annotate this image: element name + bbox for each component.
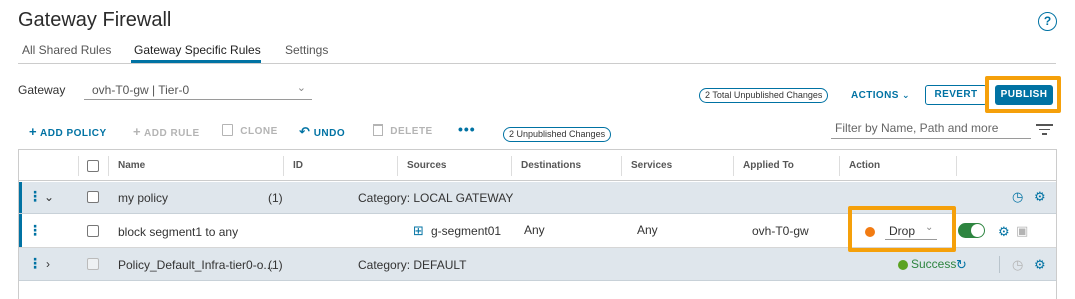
filter-field[interactable]: [831, 119, 1031, 139]
column-header-applied-to[interactable]: Applied To: [743, 160, 794, 171]
rule-enabled-toggle[interactable]: [958, 223, 985, 238]
add-policy-label: ADD POLICY: [40, 128, 107, 139]
row-selected-indicator: [19, 182, 22, 213]
clock-icon[interactable]: ◷: [1012, 189, 1023, 205]
chevron-right-icon[interactable]: ›: [46, 257, 50, 271]
undo-icon: ↶: [299, 124, 311, 139]
more-options-icon[interactable]: •••: [458, 121, 476, 137]
page-title: Gateway Firewall: [18, 9, 172, 31]
rule-name[interactable]: block segment1 to any: [118, 225, 238, 239]
gateway-select[interactable]: ovh-T0-gw | Tier-0 ⌄: [84, 80, 312, 100]
clock-icon: ◷: [1012, 257, 1024, 272]
chevron-down-icon: ⌄: [296, 82, 306, 94]
rule-destination[interactable]: Any: [524, 223, 545, 237]
undo-label: UNDO: [313, 128, 346, 139]
policy-name[interactable]: my policy: [118, 191, 168, 205]
filter-input[interactable]: [831, 119, 1031, 137]
default-policy-category: Category: DEFAULT: [358, 258, 467, 272]
grid-header: Name ID Sources Destinations Services Ap…: [19, 150, 1056, 181]
revert-button[interactable]: REVERT: [925, 85, 987, 105]
rule-applied-to[interactable]: ovh-T0-gw: [752, 224, 809, 238]
plus-icon: +: [29, 124, 38, 139]
tab-all-shared-rules[interactable]: All Shared Rules: [22, 43, 111, 57]
gear-icon[interactable]: ⚙: [998, 224, 1010, 240]
tab-settings[interactable]: Settings: [285, 43, 328, 57]
action-highlight-box: [848, 206, 956, 252]
tab-gateway-specific-rules[interactable]: Gateway Specific Rules: [134, 43, 261, 57]
graph-icon[interactable]: ▣: [1016, 223, 1028, 239]
row-menu-icon[interactable]: ⋮: [28, 222, 42, 239]
add-rule-button[interactable]: + ADD RULE: [133, 124, 200, 139]
rule-row-checkbox[interactable]: [87, 225, 99, 237]
actions-menu-button[interactable]: ACTIONS ⌄: [851, 90, 910, 101]
policy-rule-count: (1): [268, 191, 283, 205]
policy-row-checkbox[interactable]: [87, 191, 99, 203]
plus-icon: +: [133, 124, 142, 139]
row-selected-indicator: [19, 214, 22, 247]
row-menu-icon[interactable]: ⋮: [28, 188, 42, 205]
gateway-select-value: ovh-T0-gw | Tier-0: [92, 83, 190, 97]
column-header-name[interactable]: Name: [118, 160, 145, 171]
default-policy-name[interactable]: Policy_Default_Infra-tier0-o...: [118, 258, 273, 272]
column-header-id[interactable]: ID: [293, 160, 303, 171]
delete-label: DELETE: [390, 126, 433, 137]
clone-label: CLONE: [240, 126, 278, 137]
policy-category: Category: LOCAL GATEWAY: [358, 191, 514, 205]
column-header-sources[interactable]: Sources: [407, 160, 446, 171]
delete-button[interactable]: DELETE: [373, 124, 433, 137]
segment-icon: ⊞: [413, 223, 424, 238]
chevron-down-icon: ⌄: [902, 90, 910, 100]
help-icon[interactable]: ?: [1038, 12, 1057, 31]
trash-icon: [373, 124, 383, 136]
publish-button[interactable]: PUBLISH: [995, 85, 1053, 105]
tabs-divider: [18, 63, 1056, 64]
default-policy-status: Success: [911, 257, 957, 271]
default-policy-checkbox: [87, 258, 99, 270]
undo-button[interactable]: ↶ UNDO: [299, 124, 345, 140]
actions-menu-label: ACTIONS: [851, 90, 899, 101]
select-all-checkbox[interactable]: [87, 160, 99, 172]
default-policy-row[interactable]: ⋮ › Policy_Default_Infra-tier0-o... (1) …: [19, 248, 1056, 281]
clone-icon: [222, 124, 233, 136]
clone-button[interactable]: CLONE: [222, 124, 278, 137]
actions-divider: [999, 256, 1000, 273]
column-header-destinations[interactable]: Destinations: [521, 160, 581, 171]
rule-source[interactable]: g-segment01: [431, 224, 501, 238]
total-unpublished-changes-badge[interactable]: 2 Total Unpublished Changes: [699, 88, 829, 103]
row-menu-icon[interactable]: ⋮: [28, 255, 42, 272]
rule-service[interactable]: Any: [637, 223, 658, 237]
default-policy-rule-count: (1): [268, 258, 283, 272]
add-policy-button[interactable]: + ADD POLICY: [29, 124, 107, 139]
refresh-icon[interactable]: ↻: [956, 257, 967, 273]
gear-icon[interactable]: ⚙: [1034, 257, 1046, 273]
gateway-label: Gateway: [18, 83, 66, 97]
column-header-action[interactable]: Action: [849, 160, 880, 171]
unpublished-changes-badge[interactable]: 2 Unpublished Changes: [503, 127, 612, 142]
chevron-down-icon[interactable]: ⌄: [44, 190, 54, 204]
add-rule-label: ADD RULE: [144, 128, 200, 139]
gear-icon[interactable]: ⚙: [1034, 189, 1046, 205]
filter-icon[interactable]: [1036, 124, 1053, 138]
column-header-services[interactable]: Services: [631, 160, 672, 171]
success-status-icon: [898, 260, 908, 270]
